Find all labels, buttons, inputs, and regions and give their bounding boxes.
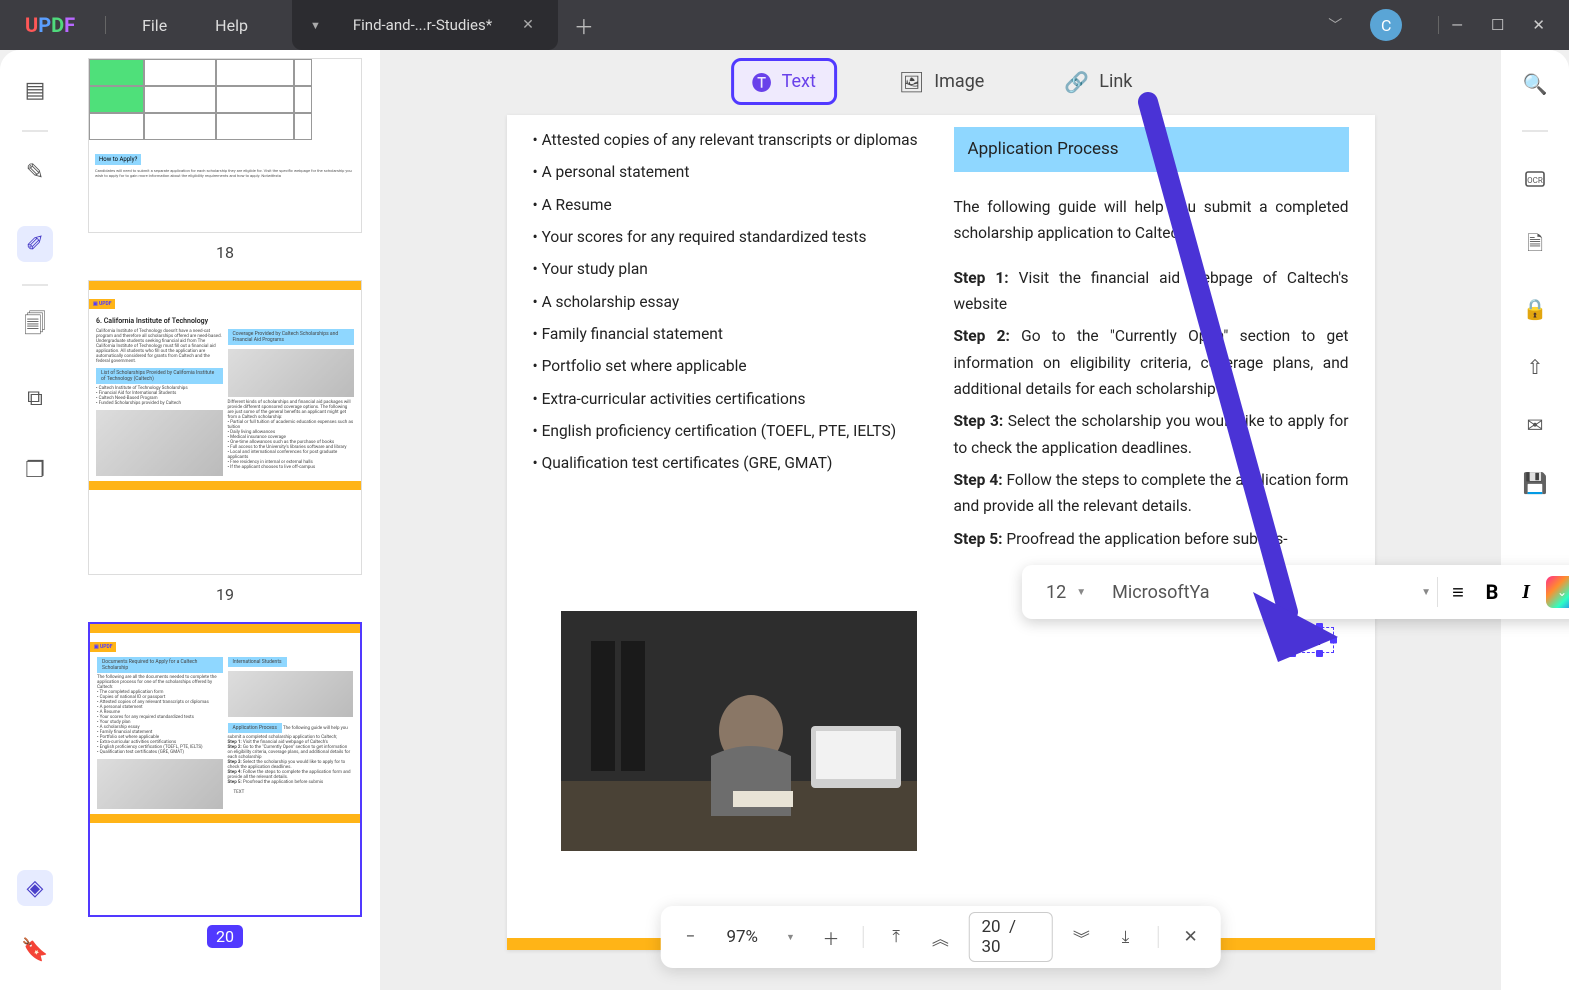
left-column: • Attested copies of any relevant transc… (533, 127, 928, 558)
bullet-item: • A Resume (533, 192, 928, 218)
prev-page-button[interactable]: ︽ (924, 920, 956, 954)
edit-link-button[interactable]: 🔗 Link (1046, 64, 1150, 100)
bullet-item: • A personal statement (533, 159, 928, 185)
app-intro-text: The following guide will help you submit… (954, 194, 1349, 247)
layers-icon[interactable]: ◈ (17, 870, 53, 906)
app-logo: UPDF (25, 13, 75, 37)
email-icon[interactable]: ✉ (1527, 413, 1544, 437)
next-page-button[interactable]: ︾ (1065, 920, 1097, 954)
tab-close-icon[interactable]: ✕ (516, 15, 540, 35)
new-tab-button[interactable]: ＋ (558, 0, 610, 50)
batch-tool-icon[interactable]: ❐ (17, 452, 53, 488)
zoom-out-button[interactable]: − (674, 920, 706, 954)
edit-mode-bar: 🅣 Text 🖼 Image 🔗 Link (731, 58, 1151, 105)
last-page-button[interactable]: ⤓ (1109, 920, 1141, 954)
thumbnail-number-18: 18 (88, 243, 362, 262)
titlebar-chevron-icon[interactable]: ﹀ (1328, 15, 1342, 35)
text-insert-input[interactable] (1283, 630, 1329, 650)
right-column: Application Process The following guide … (954, 127, 1349, 558)
italic-icon[interactable]: I (1512, 581, 1540, 604)
thumbnail-panel: How to Apply? Candidates will need to su… (70, 50, 380, 990)
font-size-dropdown-icon[interactable]: ▼ (1076, 587, 1086, 598)
convert-icon[interactable]: 🗎 (1527, 229, 1543, 263)
align-left-icon[interactable]: ≡ (1444, 580, 1472, 605)
step-item: Step 3: Select the scholarship you would… (954, 408, 1349, 461)
highlight-tool-icon[interactable]: ✎ (17, 154, 53, 190)
text-color-icon[interactable]: ⌄ (1546, 576, 1569, 608)
page-image (561, 611, 917, 851)
svg-text:OCR: OCR (1527, 176, 1543, 185)
pdf-page[interactable]: • Attested copies of any relevant transc… (507, 115, 1375, 950)
bullet-item: • Family financial statement (533, 321, 928, 347)
link-icon: 🔗 (1064, 70, 1089, 94)
right-tool-rail: 🔍 OCR 🗎 🔒 ⇧ ✉ 💾 (1501, 50, 1569, 990)
share-icon[interactable]: ⇧ (1527, 355, 1544, 379)
application-process-heading: Application Process (954, 127, 1349, 172)
protect-icon[interactable]: 🔒 (1523, 297, 1548, 321)
left-tool-rail: ▤ ✎ ✐ 🗐 ⧉ ❐ ◈ 🔖 (0, 50, 70, 990)
page-number-field[interactable]: 20 / 30 (968, 912, 1053, 962)
save-icon[interactable]: 💾 (1523, 471, 1548, 495)
step-item: Step 1: Visit the financial aid webpage … (954, 265, 1349, 318)
tab-title: Find-and-...r-Studies* (353, 16, 492, 34)
edit-text-button[interactable]: 🅣 Text (731, 58, 837, 105)
user-avatar[interactable]: C (1370, 9, 1402, 41)
zoom-in-button[interactable]: ＋ (815, 920, 847, 954)
page-navigation-bar: − 97% ▼ ＋ ⤒ ︽ 20 / 30 ︾ ⤓ ✕ (660, 906, 1221, 968)
text-insert-box[interactable] (1278, 627, 1334, 653)
menu-file[interactable]: File (118, 16, 191, 35)
thumbnail-number-19: 19 (88, 585, 362, 604)
bullet-item: • Portfolio set where applicable (533, 353, 928, 379)
zoom-dropdown-icon[interactable]: ▼ (778, 932, 803, 943)
font-family-dropdown-icon[interactable]: ▼ (1421, 587, 1431, 598)
font-family-field[interactable]: MicrosoftYa (1102, 576, 1415, 609)
document-tab[interactable]: ▼ Find-and-...r-Studies* ✕ (292, 0, 558, 50)
bullet-item: • English proficiency certification (TOE… (533, 418, 928, 444)
text-icon: 🅣 (752, 67, 772, 96)
window-close-button[interactable]: ✕ (1532, 16, 1545, 34)
window-minimize-button[interactable]: — (1451, 16, 1463, 34)
bullet-item: • Attested copies of any relevant transc… (533, 127, 928, 153)
edit-image-button[interactable]: 🖼 Image (881, 64, 1003, 100)
bullet-item: • Extra-curricular activities certificat… (533, 386, 928, 412)
thumbnail-page-18[interactable]: How to Apply? Candidates will need to su… (88, 58, 362, 233)
pages-tool-icon[interactable]: 🗐 (17, 308, 53, 344)
tab-dropdown-icon[interactable]: ▼ (310, 19, 321, 32)
zoom-value: 97% (718, 927, 766, 947)
edit-tool-icon[interactable]: ✐ (17, 226, 53, 262)
bold-icon[interactable]: B (1478, 580, 1506, 604)
document-area: 🅣 Text 🖼 Image 🔗 Link • Attested copies … (380, 50, 1501, 990)
reader-tool-icon[interactable]: ▤ (17, 72, 53, 108)
bullet-item: • Qualification test certificates (GRE, … (533, 450, 928, 476)
step-item: Step 4: Follow the steps to complete the… (954, 467, 1349, 520)
search-icon[interactable]: 🔍 (1523, 72, 1548, 96)
bullet-item: • Your scores for any required standardi… (533, 224, 928, 250)
bullet-item: • Your study plan (533, 256, 928, 282)
step-item: Step 5: Proofread the application before… (954, 526, 1349, 552)
font-size-field[interactable]: 12▼ (1036, 576, 1096, 609)
step-item: Step 2: Go to the "Currently Open" secti… (954, 323, 1349, 402)
ocr-icon[interactable]: OCR (1523, 166, 1547, 195)
crop-tool-icon[interactable]: ⧉ (17, 380, 53, 416)
thumbnail-page-19[interactable]: ▣ UPDF 6. California Institute of Techno… (88, 280, 362, 575)
thumbnail-number-20: 20 (88, 927, 362, 946)
close-nav-button[interactable]: ✕ (1175, 920, 1207, 954)
menu-help[interactable]: Help (191, 16, 272, 35)
bullet-item: • A scholarship essay (533, 289, 928, 315)
bookmark-icon[interactable]: 🔖 (17, 932, 53, 968)
thumbnail-page-20[interactable]: ▣ UPDF Documents Required to Apply for a… (88, 622, 362, 917)
first-page-button[interactable]: ⤒ (880, 920, 912, 954)
text-format-toolbar: 12▼ MicrosoftYa ▼ ≡ B I ⌄ (1022, 565, 1569, 619)
window-maximize-button[interactable]: ☐ (1491, 16, 1504, 34)
image-icon: 🖼 (899, 70, 924, 94)
title-bar: UPDF File Help ▼ Find-and-...r-Studies* … (0, 0, 1569, 50)
